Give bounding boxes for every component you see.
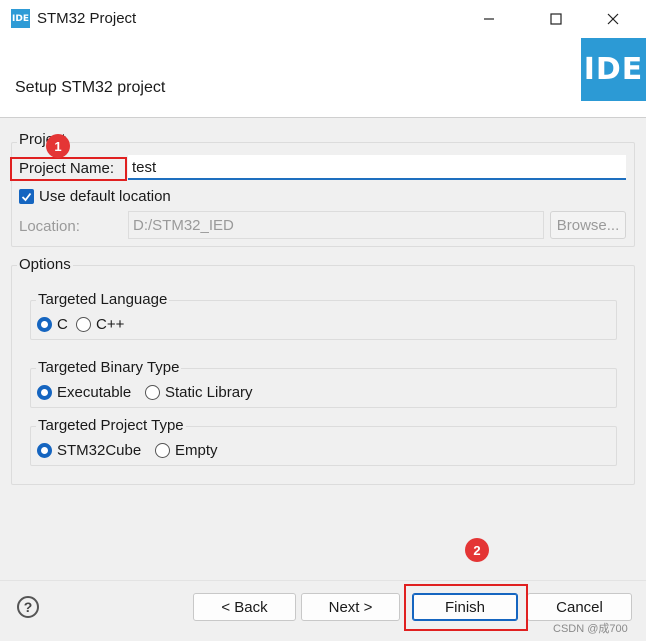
project-name-input[interactable] <box>128 155 626 180</box>
browse-button: Browse... <box>550 211 626 239</box>
radio-type-stm32cube-label: STM32Cube <box>57 442 142 459</box>
app-icon: IDE <box>11 9 30 28</box>
radio-type-stm32cube[interactable] <box>37 443 52 458</box>
close-window-button[interactable] <box>590 0 636 38</box>
project-type-group-label: Targeted Project Type <box>36 417 186 434</box>
language-group-label: Targeted Language <box>36 291 170 308</box>
radio-type-empty[interactable] <box>155 443 170 458</box>
radio-binary-static-library-label: Static Library <box>165 384 253 401</box>
use-default-location-checkbox[interactable] <box>19 189 34 204</box>
radio-type-empty-label: Empty <box>175 442 218 459</box>
location-label: Location: <box>19 218 80 235</box>
annotation-box-2 <box>404 584 528 631</box>
location-input: D:/STM32_IED <box>128 211 544 239</box>
checkmark-icon <box>21 192 32 202</box>
annotation-box-1 <box>10 157 127 181</box>
annotation-badge-1: 1 <box>46 134 70 158</box>
radio-binary-static-library[interactable] <box>145 385 160 400</box>
minimize-button[interactable] <box>466 0 512 38</box>
binary-group-label: Targeted Binary Type <box>36 359 182 376</box>
next-button[interactable]: Next > <box>301 593 400 621</box>
help-button[interactable]: ? <box>17 596 39 618</box>
close-icon <box>607 13 619 25</box>
maximize-button[interactable] <box>533 0 579 38</box>
watermark: CSDN @成700 <box>553 623 628 635</box>
footer-divider <box>0 580 646 581</box>
title-bar: IDE STM32 Project <box>0 0 646 38</box>
radio-binary-executable-label: Executable <box>57 384 132 401</box>
minimize-icon <box>484 18 494 20</box>
radio-language-cpp-label: C++ <box>96 316 125 333</box>
radio-language-c[interactable] <box>37 317 52 332</box>
ide-logo: IDE <box>581 38 646 101</box>
radio-language-c-label: C <box>57 316 68 333</box>
wizard-title: Setup STM32 project <box>15 79 166 96</box>
window-title: STM32 Project <box>37 10 137 27</box>
use-default-location-label: Use default location <box>39 188 171 205</box>
options-group-label: Options <box>17 256 73 273</box>
cancel-button[interactable]: Cancel <box>527 593 632 621</box>
annotation-badge-2: 2 <box>465 538 489 562</box>
wizard-header: Setup STM32 project IDE <box>0 38 646 118</box>
maximize-icon <box>550 13 562 25</box>
radio-language-cpp[interactable] <box>76 317 91 332</box>
back-button[interactable]: < Back <box>193 593 296 621</box>
radio-binary-executable[interactable] <box>37 385 52 400</box>
